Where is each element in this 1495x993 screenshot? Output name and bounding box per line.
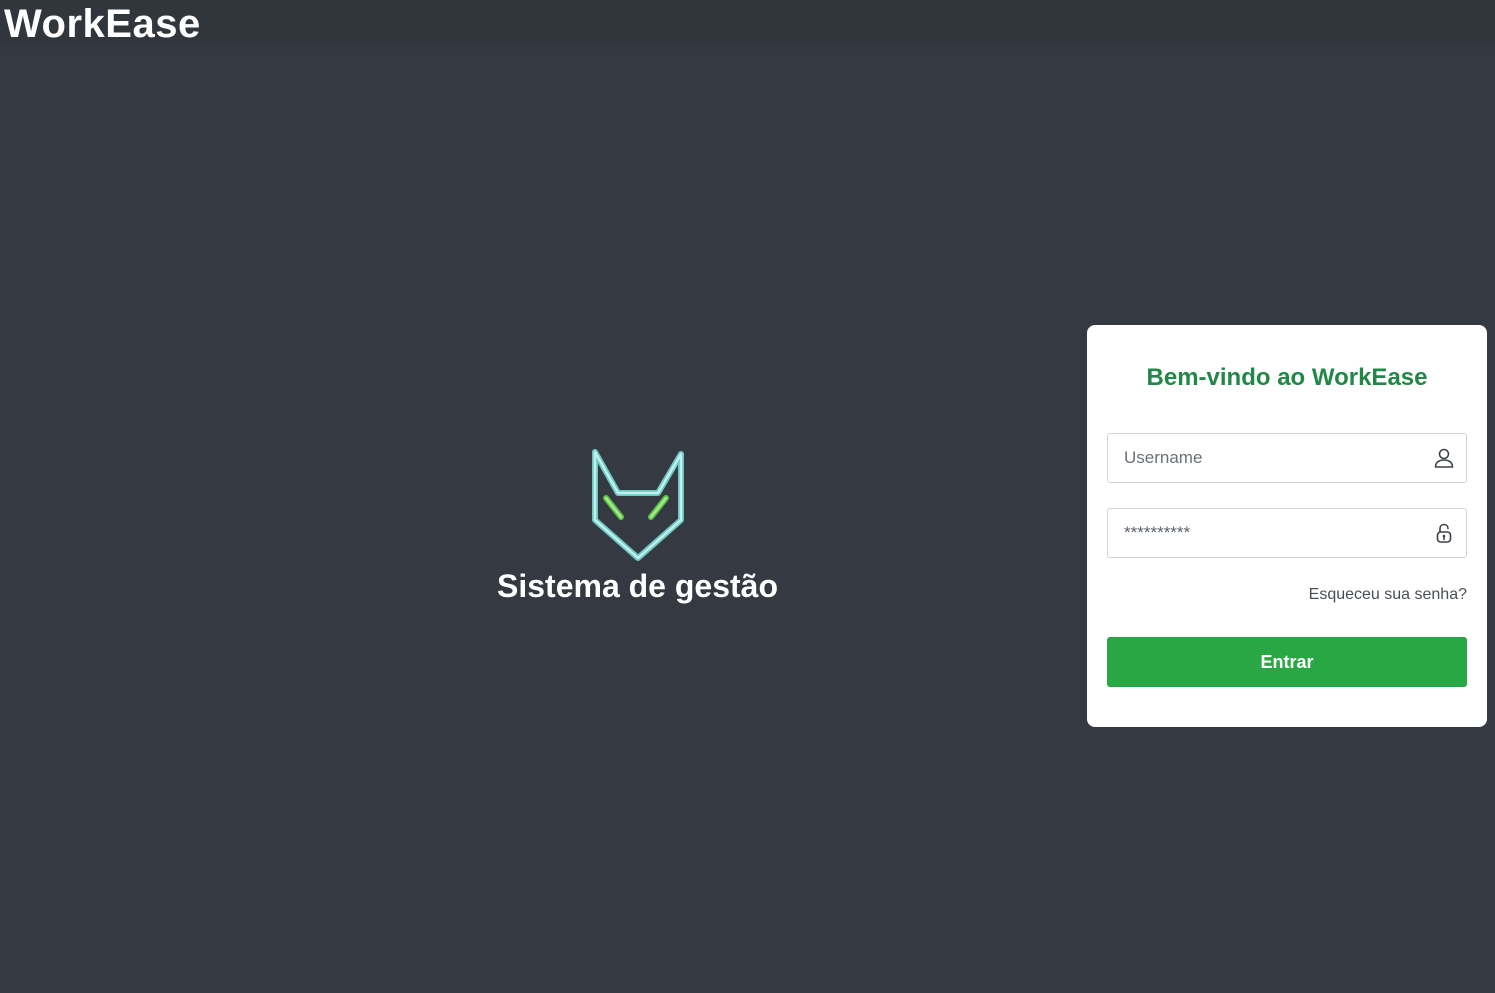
password-field-wrapper [1107,508,1467,558]
password-input[interactable] [1108,509,1418,557]
lock-icon [1436,523,1452,543]
hero-title: Sistema de gestão [497,568,778,604]
login-button[interactable]: Entrar [1107,637,1467,687]
top-bar: WorkEase [0,0,1495,58]
user-icon [1434,448,1454,468]
forgot-password-link[interactable]: Esqueceu sua senha? [1309,585,1467,605]
login-title: Bem-vindo ao WorkEase [1146,364,1428,391]
username-field-wrapper [1107,433,1467,483]
username-input[interactable] [1108,434,1418,482]
fox-head-logo-icon [591,449,684,561]
app-title: WorkEase [4,2,201,46]
login-card: Bem-vindo ao WorkEase Esqueceu sua senha… [1087,325,1487,727]
hero-section: Sistema de gestão [470,448,805,606]
